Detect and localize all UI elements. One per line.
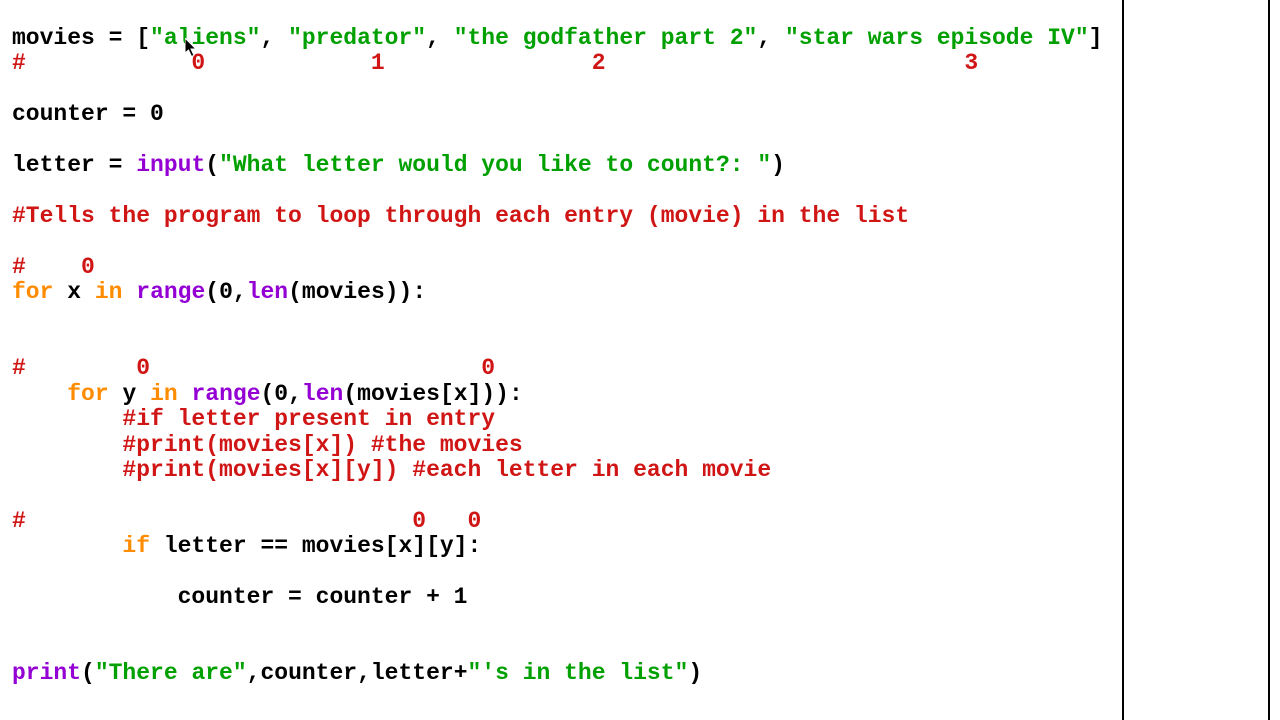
code-token: input (136, 152, 205, 178)
code-token: , (426, 25, 454, 51)
code-token (12, 381, 67, 407)
code-token: (movies[x])): (343, 381, 522, 407)
code-token: y (109, 381, 150, 407)
code-token: "the godfather part 2" (454, 25, 758, 51)
code-token (12, 457, 122, 483)
code-token: "star wars episode IV" (785, 25, 1089, 51)
code-token: (0, (205, 279, 246, 305)
code-line (12, 636, 1118, 661)
code-token: #if letter present in entry (122, 406, 495, 432)
code-token: range (136, 279, 205, 305)
code-line: #if letter present in entry (12, 407, 1118, 432)
code-token: letter == movies[x][y]: (150, 533, 481, 559)
code-line: movies = ["aliens", "predator", "the god… (12, 26, 1118, 51)
code-token: movies = [ (12, 25, 150, 51)
code-line: #print(movies[x]) #the movies (12, 433, 1118, 458)
code-line: for x in range(0,len(movies)): (12, 280, 1118, 305)
code-line (12, 560, 1118, 585)
code-line: #print(movies[x][y]) #each letter in eac… (12, 458, 1118, 483)
pane-divider (1122, 0, 1124, 720)
code-token: in (95, 279, 123, 305)
code-token (12, 533, 122, 559)
code-line: letter = input("What letter would you li… (12, 153, 1118, 178)
code-line (12, 483, 1118, 508)
code-token: , (757, 25, 785, 51)
code-line (12, 610, 1118, 635)
code-token: (0, (261, 381, 302, 407)
code-line (12, 305, 1118, 330)
code-line: print("There are",counter,letter+"'s in … (12, 661, 1118, 686)
code-token: letter = (12, 152, 136, 178)
window-edge (1268, 0, 1270, 720)
code-token: x (53, 279, 94, 305)
code-editor[interactable]: movies = ["aliens", "predator", "the god… (0, 0, 1118, 720)
code-token: ) (688, 660, 702, 686)
code-token: counter = counter + 1 (12, 584, 467, 610)
code-token (178, 381, 192, 407)
code-token: print (12, 660, 81, 686)
code-line (12, 331, 1118, 356)
code-token: "aliens" (150, 25, 260, 51)
code-line: #Tells the program to loop through each … (12, 204, 1118, 229)
code-token: # 0 1 2 3 (12, 50, 978, 76)
code-line: # 0 0 (12, 356, 1118, 381)
code-token: "predator" (288, 25, 426, 51)
code-token: ) (771, 152, 785, 178)
code-token: ( (205, 152, 219, 178)
code-token (122, 279, 136, 305)
code-token (12, 406, 122, 432)
code-token: #print(movies[x][y]) #each letter in eac… (122, 457, 771, 483)
code-token: "There are" (95, 660, 247, 686)
code-line: # 0 1 2 3 (12, 51, 1118, 76)
code-token: for (67, 381, 108, 407)
code-token: in (150, 381, 178, 407)
code-token: (movies)): (288, 279, 426, 305)
code-token: for (12, 279, 53, 305)
code-token: ] (1089, 25, 1103, 51)
code-token: ( (81, 660, 95, 686)
code-token: #print(movies[x]) #the movies (122, 432, 522, 458)
code-line: # 0 0 (12, 509, 1118, 534)
code-line: counter = 0 (12, 102, 1118, 127)
code-token (12, 432, 122, 458)
code-token: counter = 0 (12, 101, 164, 127)
code-token: , (260, 25, 288, 51)
code-line: # 0 (12, 255, 1118, 280)
code-token: "What letter would you like to count?: " (219, 152, 771, 178)
code-line: if letter == movies[x][y]: (12, 534, 1118, 559)
code-token: #Tells the program to loop through each … (12, 203, 909, 229)
code-line (12, 77, 1118, 102)
code-token: len (302, 381, 343, 407)
code-token: # 0 (12, 254, 95, 280)
code-line (12, 229, 1118, 254)
code-token: if (122, 533, 150, 559)
code-token: "'s in the list" (468, 660, 689, 686)
code-line: for y in range(0,len(movies[x])): (12, 382, 1118, 407)
code-line (12, 128, 1118, 153)
code-token: range (191, 381, 260, 407)
code-token: ,counter,letter+ (247, 660, 468, 686)
code-token: len (247, 279, 288, 305)
code-line: counter = counter + 1 (12, 585, 1118, 610)
code-token: # 0 0 (12, 355, 495, 381)
code-line (12, 178, 1118, 203)
code-token: # 0 0 (12, 508, 481, 534)
